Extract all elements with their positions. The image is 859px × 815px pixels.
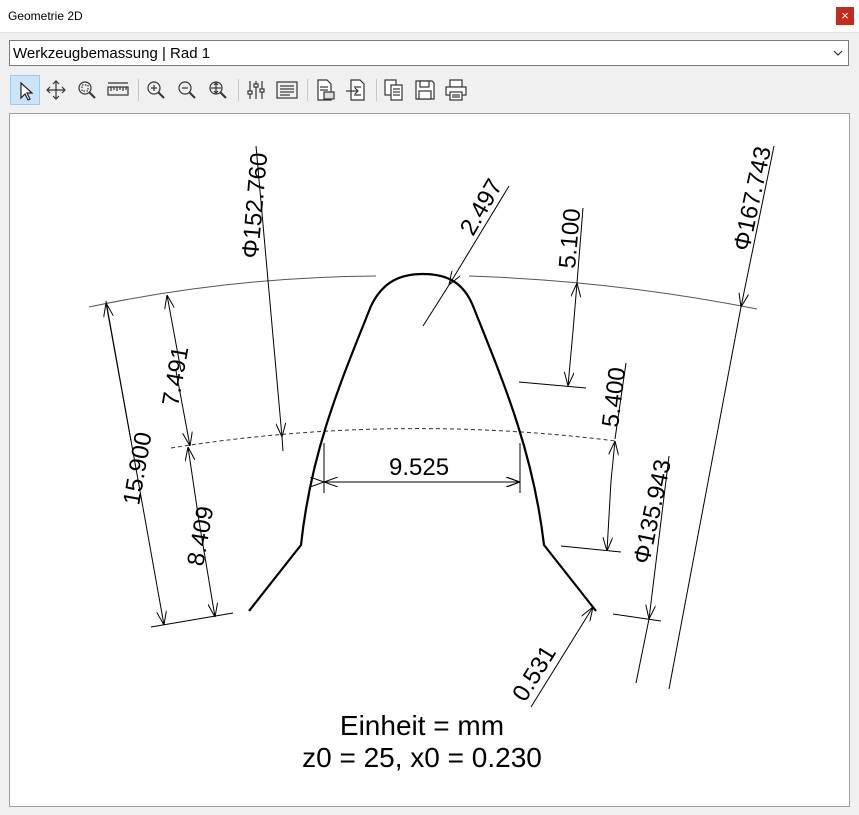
save-icon — [415, 80, 435, 100]
pitch-circle-arc — [170, 428, 617, 449]
text-tool-button[interactable] — [272, 75, 302, 105]
close-button[interactable]: × — [836, 7, 854, 25]
copy-icon — [384, 79, 403, 101]
leader-d-root-ext — [281, 436, 284, 452]
pointer-icon — [20, 81, 34, 101]
tooth-geometry-drawing: Φ152.760 2.497 5.100 Φ167.743 7.491 15.9… — [88, 144, 777, 773]
measure-tool-button[interactable] — [103, 75, 133, 105]
ext-line-d-inner — [612, 613, 662, 622]
document-export-icon — [317, 79, 335, 101]
label-9525: 9.525 — [389, 454, 449, 481]
label-8409: 8.409 — [182, 504, 219, 568]
zoom-out-tool-button[interactable] — [172, 75, 202, 105]
zoom-fit-icon — [209, 81, 227, 99]
save-tool-button[interactable] — [410, 75, 440, 105]
label-d-root: Φ152.760 — [237, 152, 273, 260]
zoom-in-icon — [147, 81, 165, 99]
title-bar: Geometrie 2D × — [0, 0, 859, 33]
view-selector-value: Werkzeugbemassung | Rad 1 — [13, 45, 211, 62]
label-5400: 5.400 — [597, 366, 631, 429]
label-5100: 5.100 — [554, 207, 586, 269]
unit-text: Einheit = mm — [340, 710, 504, 741]
toolbar — [10, 75, 850, 105]
leader-tip-radius-ext — [422, 284, 450, 327]
move-icon — [46, 80, 66, 100]
dim-line-5400-up — [611, 441, 615, 482]
label-root-radius: 0.531 — [507, 641, 562, 706]
ext-line-5400 — [560, 545, 622, 553]
zoom-fit-tool-button[interactable] — [203, 75, 233, 105]
close-icon: × — [841, 8, 849, 23]
dim-line-5100-down — [568, 330, 573, 386]
copy-tool-button[interactable] — [379, 75, 409, 105]
settings-tool-button[interactable] — [241, 75, 271, 105]
zoom-out-icon — [178, 81, 196, 99]
pan-tool-button[interactable] — [41, 75, 71, 105]
zoom-in-tool-button[interactable] — [141, 75, 171, 105]
label-d-inner: Φ135.943 — [628, 457, 676, 566]
import-tool-button[interactable] — [341, 75, 371, 105]
print-tool-button[interactable] — [441, 75, 471, 105]
zoom-window-icon — [78, 81, 96, 99]
sliders-icon — [247, 81, 265, 99]
dim-arrow-15900-top — [106, 303, 132, 442]
text-lines-icon — [276, 81, 298, 99]
leader-d-tip-ext — [668, 306, 742, 690]
toolbar-separator — [238, 79, 239, 101]
toolbar-separator — [307, 79, 308, 101]
ruler-icon — [107, 82, 129, 96]
document-import-icon — [346, 79, 365, 101]
label-7491: 7.491 — [157, 344, 194, 408]
tool-parameters-text: z0 = 25, x0 = 0.230 — [302, 742, 542, 773]
dim-line-5100-up — [573, 283, 577, 332]
leader-d-inner-ext — [635, 618, 650, 684]
label-d-tip: Φ167.743 — [728, 144, 776, 253]
dim-line-5400-down — [607, 480, 611, 551]
printer-icon — [445, 79, 467, 101]
export-tool-button[interactable] — [310, 75, 340, 105]
tooth-profile — [248, 272, 597, 612]
label-tip-radius: 2.497 — [455, 174, 508, 240]
drawing-canvas[interactable]: Φ152.760 2.497 5.100 Φ167.743 7.491 15.9… — [9, 113, 850, 807]
tip-circle-arc-left — [88, 275, 377, 308]
window-title: Geometrie 2D — [8, 9, 83, 23]
label-15900: 15.900 — [118, 430, 157, 507]
chevron-down-icon — [833, 50, 843, 56]
ext-line-5100 — [518, 381, 587, 389]
toolbar-separator — [138, 79, 139, 101]
select-tool-button[interactable] — [10, 75, 40, 105]
tip-circle-arc-right — [468, 275, 758, 310]
zoom-window-tool-button[interactable] — [72, 75, 102, 105]
view-selector-dropdown[interactable]: Werkzeugbemassung | Rad 1 — [9, 40, 849, 66]
toolbar-separator — [376, 79, 377, 101]
